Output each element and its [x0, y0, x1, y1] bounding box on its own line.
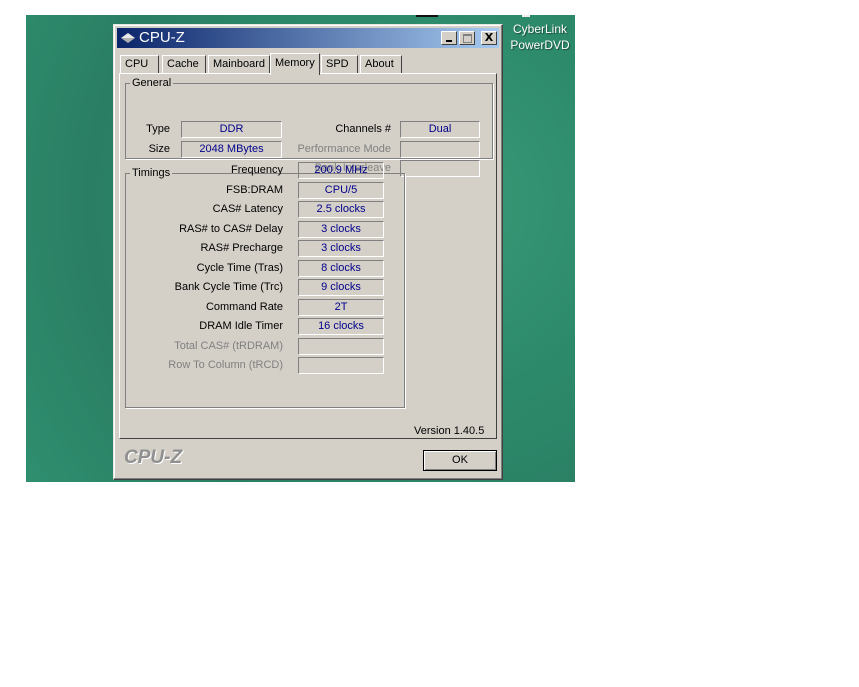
performance-mode-label: Performance Mode [297, 143, 391, 155]
timing-label: RAS# Precharge [200, 242, 283, 254]
timing-label: Frequency [231, 164, 283, 176]
timing-label: CAS# Latency [212, 203, 283, 215]
timing-label: Cycle Time (Tras) [196, 262, 283, 274]
channels-label: Channels # [335, 123, 391, 135]
ok-button[interactable]: OK [423, 450, 497, 471]
desktop-edge-mark [416, 15, 438, 17]
tab-cache[interactable]: Cache [162, 55, 206, 73]
timing-value: 9 clocks [298, 279, 384, 296]
cpuz-window: CPU-Z X CPU Cache Mainboard Memory SPD A… [113, 24, 503, 480]
title-bar[interactable]: CPU-Z X [117, 28, 499, 48]
timing-value: 2T [298, 299, 384, 316]
desktop-icon-label-line2: PowerDVD [510, 38, 570, 52]
desktop-edge-mark-2 [522, 15, 530, 17]
timing-value: 3 clocks [298, 240, 384, 257]
timing-value: CPU/5 [298, 182, 384, 199]
memory-panel: General Type DDR Size 2048 MBytes Channe… [119, 73, 497, 439]
desktop-icon-cyberlink-powerdvd[interactable]: CyberLink PowerDVD [504, 21, 575, 53]
timing-value [298, 357, 384, 374]
minimize-button[interactable] [441, 31, 457, 45]
tab-spd[interactable]: SPD [321, 55, 358, 73]
tab-memory[interactable]: Memory [270, 53, 320, 75]
cpuz-brand-logo: CPU-Z [124, 447, 183, 468]
timing-value: 2.5 clocks [298, 201, 384, 218]
type-label: Type [146, 123, 170, 135]
size-value: 2048 MBytes [181, 141, 282, 158]
timing-label: FSB:DRAM [226, 184, 283, 196]
type-value: DDR [181, 121, 282, 138]
timing-label: RAS# to CAS# Delay [179, 223, 283, 235]
desktop-icon-label-line1: CyberLink [512, 22, 568, 36]
timing-label: Bank Cycle Time (Trc) [174, 281, 283, 293]
window-title: CPU-Z [139, 29, 185, 46]
general-legend: General [132, 77, 172, 89]
version-text: Version 1.40.5 [414, 425, 485, 437]
bank-interleave-value [400, 160, 480, 177]
tab-about[interactable]: About [360, 55, 402, 73]
size-label: Size [148, 143, 170, 155]
tab-mainboard[interactable]: Mainboard [208, 55, 270, 73]
timing-value: 3 clocks [298, 221, 384, 238]
timing-value [298, 338, 384, 355]
timing-label: Command Rate [205, 301, 283, 313]
timing-label: Row To Column (tRCD) [168, 359, 283, 371]
timing-label: Total CAS# (tRDRAM) [174, 340, 283, 352]
tab-cpu[interactable]: CPU [120, 55, 159, 73]
cpuz-app-icon [121, 33, 135, 43]
timing-value: 200.9 MHz [298, 162, 384, 179]
timing-value: 8 clocks [298, 260, 384, 277]
timing-label: DRAM Idle Timer [199, 320, 283, 332]
maximize-button[interactable] [459, 31, 475, 45]
timing-value: 16 clocks [298, 318, 384, 335]
close-button[interactable]: X [481, 31, 497, 45]
channels-value: Dual [400, 121, 480, 138]
performance-mode-value [400, 141, 480, 158]
